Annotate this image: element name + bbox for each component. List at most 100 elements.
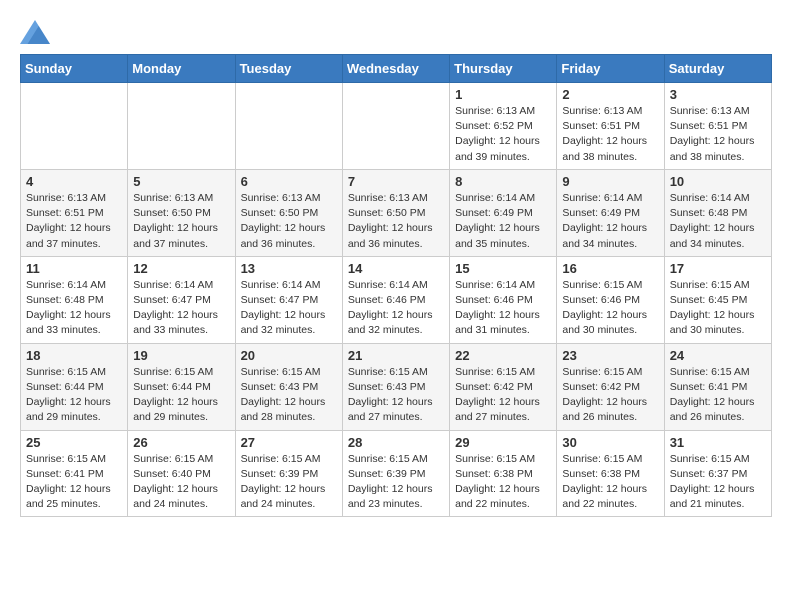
calendar-cell: 9 Sunrise: 6:14 AM Sunset: 6:49 PM Daylig… xyxy=(557,169,664,256)
calendar-cell: 27 Sunrise: 6:15 AM Sunset: 6:39 PM Dayli… xyxy=(235,430,342,517)
day-number: 18 xyxy=(26,348,122,363)
calendar-table: SundayMondayTuesdayWednesdayThursdayFrid… xyxy=(20,54,772,517)
weekday-header-saturday: Saturday xyxy=(664,55,771,83)
calendar-cell: 16Sunrise: 6:15 AM Sunset: 6:46 PM Dayli… xyxy=(557,256,664,343)
day-info: Sunrise: 6:14 AM Sunset: 6:47 PM Dayligh… xyxy=(241,278,337,339)
calendar-cell: 26 Sunrise: 6:15 AM Sunset: 6:40 PM Dayli… xyxy=(128,430,235,517)
day-number: 8 xyxy=(455,174,551,189)
calendar-week-1: 1Sunrise: 6:13 AM Sunset: 6:52 PM Daylig… xyxy=(21,83,772,170)
calendar-cell: 4 Sunrise: 6:13 AM Sunset: 6:51 PM Daylig… xyxy=(21,169,128,256)
day-number: 27 xyxy=(241,435,337,450)
weekday-header-tuesday: Tuesday xyxy=(235,55,342,83)
day-info: Sunrise: 6:15 AM Sunset: 6:41 PM Dayligh… xyxy=(670,365,766,426)
calendar-cell: 14 Sunrise: 6:14 AM Sunset: 6:46 PM Dayli… xyxy=(342,256,449,343)
day-info: Sunrise: 6:14 AM Sunset: 6:46 PM Dayligh… xyxy=(348,278,444,339)
weekday-header-monday: Monday xyxy=(128,55,235,83)
day-number: 20 xyxy=(241,348,337,363)
day-number: 10 xyxy=(670,174,766,189)
day-info: Sunrise: 6:13 AM Sunset: 6:50 PM Dayligh… xyxy=(133,191,229,252)
calendar-week-4: 18 Sunrise: 6:15 AM Sunset: 6:44 PM Dayli… xyxy=(21,343,772,430)
day-info: Sunrise: 6:15 AM Sunset: 6:45 PM Dayligh… xyxy=(670,278,766,339)
day-number: 21 xyxy=(348,348,444,363)
day-number: 29 xyxy=(455,435,551,450)
calendar-cell: 22 Sunrise: 6:15 AM Sunset: 6:42 PM Dayli… xyxy=(450,343,557,430)
day-info: Sunrise: 6:13 AM Sunset: 6:50 PM Dayligh… xyxy=(241,191,337,252)
day-number: 13 xyxy=(241,261,337,276)
day-number: 23 xyxy=(562,348,658,363)
weekday-header-friday: Friday xyxy=(557,55,664,83)
calendar-cell xyxy=(235,83,342,170)
calendar-cell: 1Sunrise: 6:13 AM Sunset: 6:52 PM Daylig… xyxy=(450,83,557,170)
calendar-cell: 2Sunrise: 6:13 AM Sunset: 6:51 PM Daylig… xyxy=(557,83,664,170)
logo-icon xyxy=(20,20,50,44)
day-number: 6 xyxy=(241,174,337,189)
weekday-header-thursday: Thursday xyxy=(450,55,557,83)
calendar-cell: 11Sunrise: 6:14 AM Sunset: 6:48 PM Dayli… xyxy=(21,256,128,343)
day-info: Sunrise: 6:14 AM Sunset: 6:46 PM Dayligh… xyxy=(455,278,551,339)
calendar-cell: 10 Sunrise: 6:14 AM Sunset: 6:48 PM Dayli… xyxy=(664,169,771,256)
day-number: 19 xyxy=(133,348,229,363)
day-info: Sunrise: 6:15 AM Sunset: 6:44 PM Dayligh… xyxy=(26,365,122,426)
day-number: 16 xyxy=(562,261,658,276)
calendar-cell: 13 Sunrise: 6:14 AM Sunset: 6:47 PM Dayli… xyxy=(235,256,342,343)
calendar-cell: 24 Sunrise: 6:15 AM Sunset: 6:41 PM Dayli… xyxy=(664,343,771,430)
day-info: Sunrise: 6:14 AM Sunset: 6:47 PM Dayligh… xyxy=(133,278,229,339)
calendar-cell: 5 Sunrise: 6:13 AM Sunset: 6:50 PM Daylig… xyxy=(128,169,235,256)
day-number: 30 xyxy=(562,435,658,450)
day-number: 15 xyxy=(455,261,551,276)
day-info: Sunrise: 6:15 AM Sunset: 6:39 PM Dayligh… xyxy=(348,452,444,513)
calendar-cell: 17 Sunrise: 6:15 AM Sunset: 6:45 PM Dayli… xyxy=(664,256,771,343)
calendar-cell: 18 Sunrise: 6:15 AM Sunset: 6:44 PM Dayli… xyxy=(21,343,128,430)
day-info: Sunrise: 6:15 AM Sunset: 6:38 PM Dayligh… xyxy=(455,452,551,513)
day-number: 12 xyxy=(133,261,229,276)
calendar-cell: 21 Sunrise: 6:15 AM Sunset: 6:43 PM Dayli… xyxy=(342,343,449,430)
logo xyxy=(20,20,54,44)
page-header xyxy=(20,20,772,44)
day-info: Sunrise: 6:15 AM Sunset: 6:39 PM Dayligh… xyxy=(241,452,337,513)
day-number: 26 xyxy=(133,435,229,450)
day-info: Sunrise: 6:15 AM Sunset: 6:43 PM Dayligh… xyxy=(241,365,337,426)
day-info: Sunrise: 6:13 AM Sunset: 6:51 PM Dayligh… xyxy=(26,191,122,252)
calendar-cell: 15 Sunrise: 6:14 AM Sunset: 6:46 PM Dayli… xyxy=(450,256,557,343)
day-number: 14 xyxy=(348,261,444,276)
calendar-cell: 29 Sunrise: 6:15 AM Sunset: 6:38 PM Dayli… xyxy=(450,430,557,517)
calendar-cell: 19 Sunrise: 6:15 AM Sunset: 6:44 PM Dayli… xyxy=(128,343,235,430)
calendar-cell: 7Sunrise: 6:13 AM Sunset: 6:50 PM Daylig… xyxy=(342,169,449,256)
day-number: 2 xyxy=(562,87,658,102)
day-number: 25 xyxy=(26,435,122,450)
day-info: Sunrise: 6:14 AM Sunset: 6:49 PM Dayligh… xyxy=(455,191,551,252)
day-info: Sunrise: 6:14 AM Sunset: 6:49 PM Dayligh… xyxy=(562,191,658,252)
day-number: 11 xyxy=(26,261,122,276)
day-info: Sunrise: 6:14 AM Sunset: 6:48 PM Dayligh… xyxy=(670,191,766,252)
day-info: Sunrise: 6:15 AM Sunset: 6:42 PM Dayligh… xyxy=(455,365,551,426)
day-info: Sunrise: 6:15 AM Sunset: 6:41 PM Dayligh… xyxy=(26,452,122,513)
day-info: Sunrise: 6:15 AM Sunset: 6:44 PM Dayligh… xyxy=(133,365,229,426)
calendar-cell xyxy=(21,83,128,170)
day-number: 22 xyxy=(455,348,551,363)
day-info: Sunrise: 6:15 AM Sunset: 6:43 PM Dayligh… xyxy=(348,365,444,426)
weekday-header-row: SundayMondayTuesdayWednesdayThursdayFrid… xyxy=(21,55,772,83)
day-number: 3 xyxy=(670,87,766,102)
calendar-cell: 6 Sunrise: 6:13 AM Sunset: 6:50 PM Daylig… xyxy=(235,169,342,256)
calendar-cell: 20 Sunrise: 6:15 AM Sunset: 6:43 PM Dayli… xyxy=(235,343,342,430)
calendar-week-2: 4 Sunrise: 6:13 AM Sunset: 6:51 PM Daylig… xyxy=(21,169,772,256)
day-number: 4 xyxy=(26,174,122,189)
calendar-cell xyxy=(342,83,449,170)
calendar-cell: 12 Sunrise: 6:14 AM Sunset: 6:47 PM Dayli… xyxy=(128,256,235,343)
day-number: 9 xyxy=(562,174,658,189)
calendar-cell: 31Sunrise: 6:15 AM Sunset: 6:37 PM Dayli… xyxy=(664,430,771,517)
calendar-week-5: 25 Sunrise: 6:15 AM Sunset: 6:41 PM Dayli… xyxy=(21,430,772,517)
calendar-cell: 30Sunrise: 6:15 AM Sunset: 6:38 PM Dayli… xyxy=(557,430,664,517)
day-number: 17 xyxy=(670,261,766,276)
calendar-cell: 25 Sunrise: 6:15 AM Sunset: 6:41 PM Dayli… xyxy=(21,430,128,517)
calendar-cell: 3 Sunrise: 6:13 AM Sunset: 6:51 PM Daylig… xyxy=(664,83,771,170)
day-info: Sunrise: 6:15 AM Sunset: 6:37 PM Dayligh… xyxy=(670,452,766,513)
day-number: 24 xyxy=(670,348,766,363)
weekday-header-wednesday: Wednesday xyxy=(342,55,449,83)
calendar-cell: 28Sunrise: 6:15 AM Sunset: 6:39 PM Dayli… xyxy=(342,430,449,517)
day-info: Sunrise: 6:15 AM Sunset: 6:40 PM Dayligh… xyxy=(133,452,229,513)
calendar-cell: 8 Sunrise: 6:14 AM Sunset: 6:49 PM Daylig… xyxy=(450,169,557,256)
day-number: 7 xyxy=(348,174,444,189)
day-info: Sunrise: 6:13 AM Sunset: 6:51 PM Dayligh… xyxy=(670,104,766,165)
day-number: 5 xyxy=(133,174,229,189)
